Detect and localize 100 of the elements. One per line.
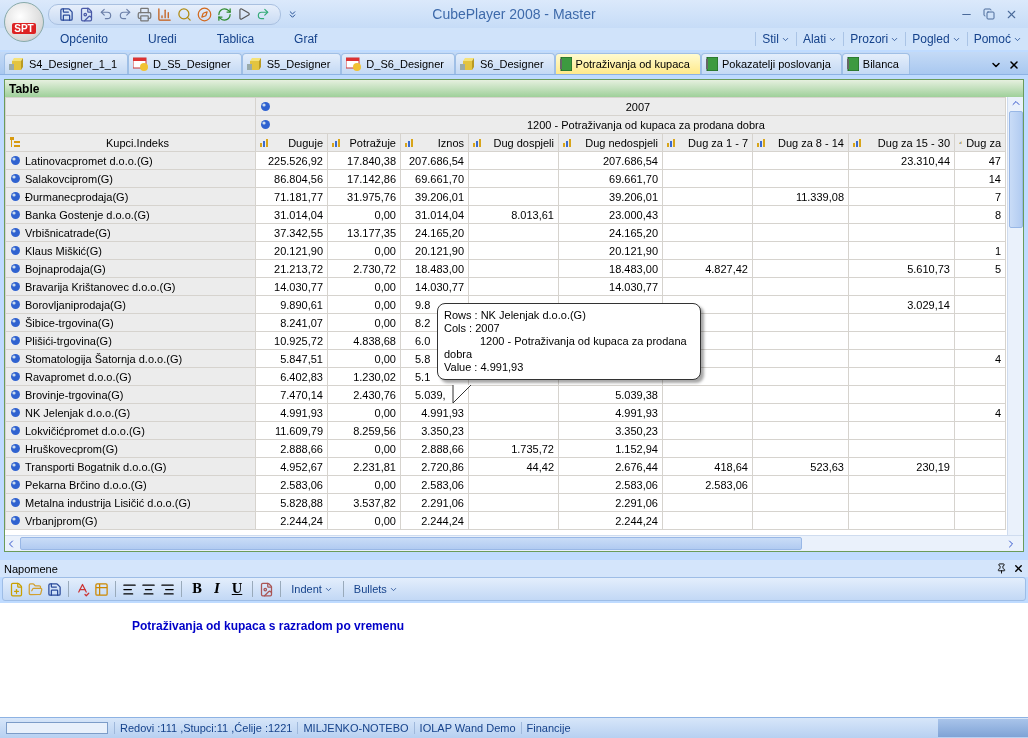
calendar-icon [346,57,363,71]
new-document-icon[interactable] [9,581,24,597]
restore-icon[interactable] [983,7,995,21]
menu-item[interactable]: Općenito [60,32,109,46]
spellcheck-icon[interactable] [75,581,90,597]
hierarchy-icon [10,137,20,148]
member-icon [10,497,21,508]
document-tab[interactable]: Potraživanja od kupaca [554,53,701,74]
member-icon [10,461,21,472]
window-title: CubePlayer 2008 - Master [432,6,596,22]
member-icon [10,299,21,310]
cube-icon [246,57,263,71]
app-logo[interactable]: SPT [4,2,44,42]
logo-text: SPT [12,23,36,34]
customize-icon[interactable] [287,8,298,20]
member-icon [10,515,21,526]
menu-dropdown[interactable]: Stil [755,32,796,46]
notes-editor[interactable]: Potraživanja od kupaca s razradom po vremenu [0,603,1028,717]
member-icon [10,281,21,292]
menu-item[interactable]: Graf [294,32,318,46]
status-text: MILJENKO-NOTEBO [297,722,414,734]
member-icon [260,119,271,130]
status-text: Redovi :111 ,Stupci:11 ,Ćelije :1221 [114,722,298,734]
measure-icon [405,138,415,147]
menu-item[interactable]: Tablica [216,32,255,46]
close-icon[interactable] [1008,59,1020,71]
calendar-icon [133,57,150,71]
notebook-icon [559,57,572,71]
align-left-icon[interactable] [122,581,137,597]
align-center-icon[interactable] [141,581,156,597]
toolbar-dropdown[interactable]: Indent [287,583,337,595]
refresh-icon[interactable] [217,6,232,22]
measure-icon [473,138,483,147]
member-icon [10,407,21,418]
toolbar-dropdown[interactable]: Bullets [349,583,402,595]
search-icon[interactable] [177,6,192,22]
menu-dropdown[interactable]: Alati [795,32,844,46]
format-button[interactable]: B [188,582,207,596]
panel-title: Napomene [4,562,58,575]
redo-arrow-icon[interactable] [256,7,270,21]
member-icon [10,191,21,202]
table-icon[interactable] [94,581,109,597]
menu-dropdown[interactable]: Prozori [843,32,906,46]
menu-item[interactable]: Uredi [148,32,177,46]
document-tab[interactable]: D_S5_Designer [128,53,242,74]
member-icon [10,335,21,346]
horizontal-scrollbar[interactable] [5,535,1023,551]
document-tab[interactable]: D_S6_Designer [341,53,455,74]
member-icon [10,479,21,490]
status-text: Financije [520,722,576,734]
panel-title: Table [5,80,1023,97]
save-as-icon[interactable] [79,6,94,22]
member-icon [10,425,21,436]
member-icon [10,317,21,328]
document-tab[interactable]: Pokazatelji poslovanja [700,53,842,74]
undo-icon[interactable] [99,7,113,21]
menu-dropdown[interactable]: Pogled [905,32,967,46]
cube-icon [460,57,476,71]
measure-icon [332,138,342,147]
chart-icon[interactable] [157,6,172,22]
measure-icon [563,138,573,147]
member-icon [10,209,21,220]
format-button[interactable]: I [210,582,224,596]
measure-icon [757,138,767,147]
pin-icon[interactable] [996,563,1007,574]
note-text: Potraživanja od kupaca s razradom po vremenu [132,619,405,633]
close-icon[interactable] [1013,563,1024,574]
notebook-icon [846,57,859,71]
save-icon[interactable] [47,581,62,597]
measure-icon [667,138,677,147]
redo-icon[interactable] [118,7,132,21]
picture-icon[interactable] [259,581,275,597]
document-tab[interactable]: S4_Designer_1_1 [4,53,129,74]
document-tab[interactable]: Bilanca [841,53,910,74]
member-icon [10,389,21,400]
member-icon [10,353,21,364]
measure-icon [260,138,270,147]
menu-dropdown[interactable]: Pomoć [966,32,1028,46]
member-icon [260,101,271,112]
vertical-scrollbar[interactable] [1007,97,1023,535]
save-icon[interactable] [59,6,74,22]
print-icon[interactable] [137,6,152,22]
document-tab[interactable]: S5_Designer [241,53,342,74]
document-tab[interactable]: S6_Designer [455,53,555,74]
align-right-icon[interactable] [160,581,175,597]
compass-icon[interactable] [197,6,212,22]
column-header: 2007 [255,97,1006,116]
format-button[interactable]: U [227,582,247,596]
status-text: IOLAP Wand Demo [413,722,521,734]
cube-icon [9,57,25,71]
notebook-icon [705,57,718,71]
member-icon [10,173,21,184]
member-icon [10,245,21,256]
member-icon [10,155,21,166]
member-icon [10,263,21,274]
scroll-thumb[interactable] [20,537,802,550]
member-icon [10,227,21,238]
member-icon [10,443,21,454]
scroll-thumb[interactable] [1008,111,1023,228]
play-icon[interactable] [237,7,251,21]
